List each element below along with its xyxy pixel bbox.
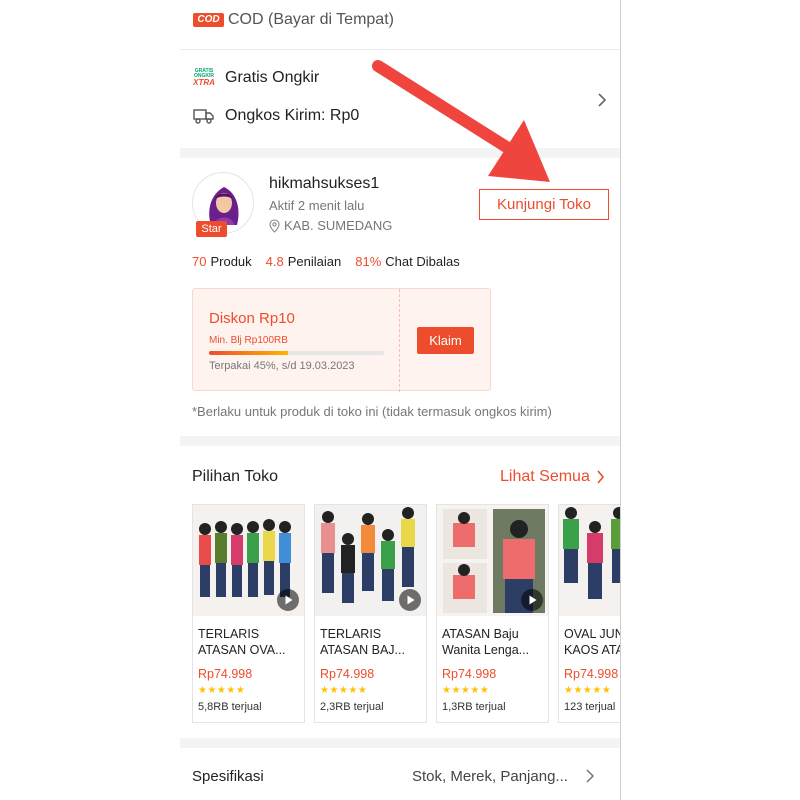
voucher-min-spend: Min. Blj Rp100RB — [209, 335, 288, 346]
stat-products: 70 Produk — [192, 254, 252, 269]
chevron-right-icon — [597, 470, 604, 484]
product-image — [315, 505, 426, 616]
shop-active-status: Aktif 2 menit lalu — [269, 198, 365, 213]
product-page-screen: COD COD (Bayar di Tempat) GRATIS ONGKIR … — [180, 0, 620, 800]
product-card[interactable]: ATASAN Baju Wanita Lenga... Rp74.998 ★★★… — [436, 504, 549, 723]
shop-stats: 70 Produk 4.8 Penilaian 81% Chat Dibalas — [192, 254, 474, 269]
voucher-usage-bar — [209, 351, 384, 355]
product-title-line2: ATASAN OVA... — [198, 643, 286, 657]
stat-rating: 4.8 Penilaian — [266, 254, 342, 269]
product-title-line2: KAOS ATA — [564, 643, 620, 657]
shop-picks-title: Pilihan Toko — [192, 468, 278, 485]
shop-section: Star hikmahsukses1 Aktif 2 menit lalu KA… — [180, 158, 620, 436]
product-rating-stars: ★★★★★ — [442, 685, 490, 696]
product-card[interactable]: TERLARIS ATASAN OVA... Rp74.998 ★★★★★ 5,… — [192, 504, 305, 723]
claim-voucher-button[interactable]: Klaim — [417, 327, 474, 354]
shop-picks-section: Pilihan Toko Lihat Semua TERLARIS ATASAN… — [180, 448, 620, 738]
voucher-usage-text: Terpakai 45%, s/d 19.03.2023 — [209, 360, 355, 372]
voucher-usage-fill — [209, 351, 288, 355]
voucher-divider — [399, 289, 400, 392]
product-card[interactable]: OVAL JUN KAOS ATA Rp74.998 ★★★★★ 123 ter… — [558, 504, 620, 723]
shop-location-text: KAB. SUMEDANG — [284, 218, 393, 233]
product-sold-count: 123 terjual — [564, 701, 616, 713]
play-icon — [399, 589, 421, 611]
shop-location: KAB. SUMEDANG — [269, 218, 392, 233]
section-divider — [180, 148, 620, 158]
cod-badge-icon: COD — [193, 13, 224, 27]
shipping-cost-label: Ongkos Kirim: Rp0 — [225, 107, 360, 124]
product-sold-count: 2,3RB terjual — [320, 701, 384, 713]
stat-label: Produk — [210, 254, 252, 269]
shop-name[interactable]: hikmahsukses1 — [269, 175, 379, 193]
shipping-cost-row: Ongkos Kirim: Rp0 — [193, 107, 359, 125]
chevron-right-icon — [598, 93, 607, 107]
location-pin-icon — [269, 218, 280, 233]
stat-value: 70 — [192, 254, 207, 269]
product-price: Rp74.998 — [320, 667, 375, 681]
product-title-line1: OVAL JUN — [564, 627, 620, 641]
play-icon — [277, 589, 299, 611]
star-badge: Star — [196, 221, 227, 237]
stat-label: Chat Dibalas — [385, 254, 460, 269]
specifications-label: Spesifikasi — [192, 768, 264, 785]
see-all-link[interactable]: Lihat Semua — [500, 468, 605, 486]
specifications-summary: Stok, Merek, Panjang... — [412, 768, 568, 785]
section-divider — [180, 738, 620, 748]
play-icon — [521, 589, 543, 611]
stat-chat-reply: 81% Chat Dibalas — [355, 254, 459, 269]
voucher-title: Diskon Rp10 — [209, 310, 295, 327]
product-price: Rp74.998 — [442, 667, 497, 681]
product-title-line2: Wanita Lenga... — [442, 643, 530, 657]
cod-row[interactable]: COD COD (Bayar di Tempat) — [180, 0, 620, 50]
logo-line-3: XTRA — [193, 78, 215, 87]
truck-icon — [193, 109, 214, 124]
cod-label: COD (Bayar di Tempat) — [228, 11, 394, 28]
product-sold-count: 5,8RB terjual — [198, 701, 262, 713]
product-card[interactable]: TERLARIS ATASAN BAJ... Rp74.998 ★★★★★ 2,… — [314, 504, 427, 723]
screen-edge — [620, 0, 621, 800]
product-rating-stars: ★★★★★ — [564, 685, 612, 696]
shop-voucher: Diskon Rp10 Min. Blj Rp100RB Terpakai 45… — [192, 288, 491, 392]
product-rating-stars: ★★★★★ — [198, 685, 246, 696]
voucher-note: *Berlaku untuk produk di toko ini (tidak… — [192, 404, 552, 419]
gratis-ongkir-xtra-icon: GRATIS ONGKIR XTRA — [193, 68, 215, 88]
product-price: Rp74.998 — [198, 667, 253, 681]
see-all-label: Lihat Semua — [500, 468, 590, 485]
product-sold-count: 1,3RB terjual — [442, 701, 506, 713]
free-shipping-row: GRATIS ONGKIR XTRA Gratis Ongkir — [193, 68, 319, 88]
product-rating-stars: ★★★★★ — [320, 685, 368, 696]
stat-value: 81% — [355, 254, 382, 269]
chevron-right-icon — [586, 769, 595, 783]
visit-shop-button[interactable]: Kunjungi Toko — [479, 189, 609, 220]
product-title-line1: ATASAN Baju — [442, 627, 519, 641]
stat-value: 4.8 — [265, 254, 284, 269]
free-shipping-label: Gratis Ongkir — [225, 69, 320, 86]
product-title-line1: TERLARIS — [320, 627, 382, 641]
product-image — [437, 505, 548, 616]
product-image — [193, 505, 304, 616]
stat-label: Penilaian — [287, 254, 342, 269]
section-divider — [180, 436, 620, 446]
product-price: Rp74.998 — [564, 667, 619, 681]
product-title-line1: TERLARIS — [198, 627, 260, 641]
specifications-row[interactable]: Spesifikasi Stok, Merek, Panjang... — [180, 750, 620, 800]
shipping-section[interactable]: GRATIS ONGKIR XTRA Gratis Ongkir Ongkos … — [180, 50, 620, 148]
product-title-line2: ATASAN BAJ... — [320, 643, 405, 657]
product-image — [559, 505, 620, 616]
